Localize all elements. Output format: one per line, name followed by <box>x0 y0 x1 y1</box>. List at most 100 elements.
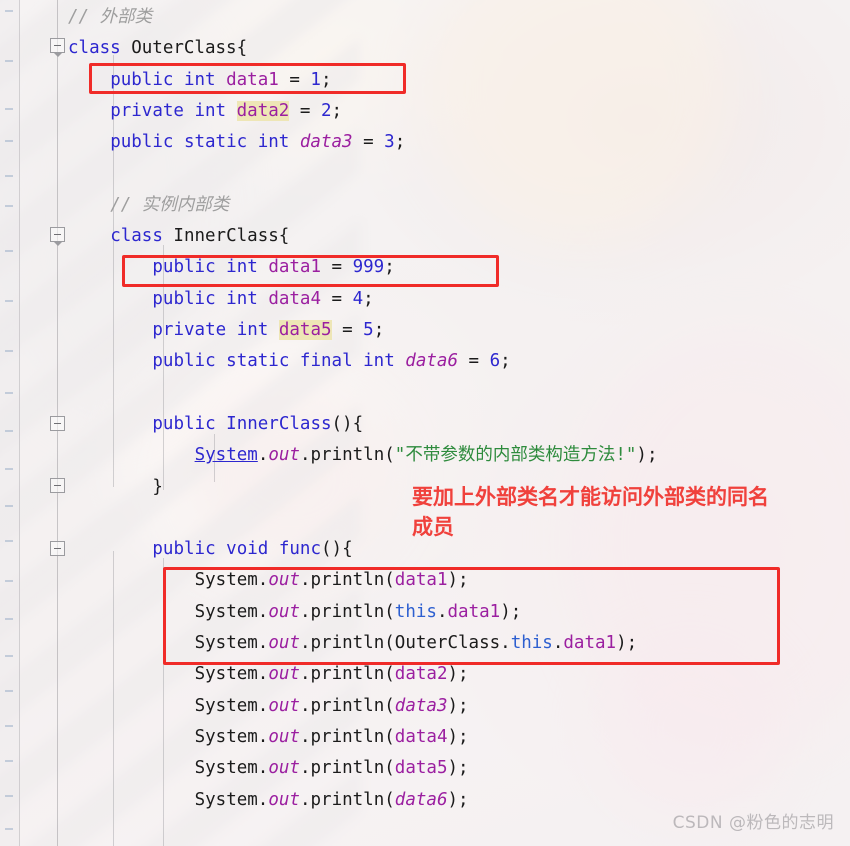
annotation-note: 要加上外部类名才能访问外部类的同名 成员 <box>412 485 769 539</box>
code-token: data6 <box>394 789 448 810</box>
code-token: ); <box>447 789 469 810</box>
code-token: data4 <box>268 288 321 309</box>
code-token: 5 <box>363 320 374 340</box>
code-token: .println( <box>299 758 395 779</box>
code-line-text: class InnerClass{ <box>110 221 289 252</box>
code-token: private <box>152 320 237 340</box>
code-line[interactable]: class OuterClass{ <box>0 33 850 64</box>
code-line[interactable]: private int data2 = 2; <box>0 96 850 127</box>
outer-data1-box <box>89 63 406 94</box>
code-line[interactable]: class InnerClass{ <box>0 221 850 252</box>
code-token: ; <box>363 288 374 309</box>
code-line[interactable]: private int data5 = 5; <box>0 315 850 346</box>
code-token: public <box>152 539 227 560</box>
code-token: 4 <box>352 288 364 309</box>
code-token: ); <box>447 664 469 685</box>
code-token: ; <box>373 320 385 340</box>
code-token: = <box>321 288 353 309</box>
code-token: int <box>257 132 300 153</box>
code-token: // 实例内部类 <box>110 194 230 215</box>
code-token: 2 <box>320 100 332 121</box>
code-token: .println( <box>299 695 395 716</box>
code-token: ; <box>394 132 406 153</box>
code-line[interactable]: System.out.println("不带参数的内部类构造方法!"); <box>0 440 850 471</box>
code-token: out <box>268 664 300 685</box>
code-token: InnerClass{ <box>173 226 290 247</box>
code-token: data3 <box>394 695 448 716</box>
code-line-text: System.out.println("不带参数的内部类构造方法!"); <box>195 440 658 471</box>
code-token: public <box>152 351 227 372</box>
code-line[interactable]: System.out.println(data3); <box>0 691 850 722</box>
code-token: 3 <box>384 132 395 153</box>
code-token: ; <box>331 100 343 121</box>
code-token: System. <box>194 789 269 810</box>
code-token: ); <box>447 726 469 747</box>
code-token: out <box>268 695 300 716</box>
code-line[interactable] <box>0 378 850 409</box>
code-token: .println( <box>299 789 395 810</box>
code-token: data2 <box>236 100 290 121</box>
code-line-text: public static final int data6 = 6; <box>152 346 510 377</box>
code-line-text: class OuterClass{ <box>68 33 247 64</box>
code-token: .println( <box>299 445 395 466</box>
code-token: System. <box>194 664 269 685</box>
code-line-text: // 外部类 <box>68 2 152 33</box>
code-token: data3 <box>299 132 353 153</box>
code-token: .println( <box>299 726 395 747</box>
code-line[interactable]: // 实例内部类 <box>0 190 850 221</box>
code-token: func <box>278 539 321 560</box>
code-token: int <box>226 288 269 309</box>
code-token: data5 <box>394 758 448 779</box>
code-token: (){ <box>331 413 364 434</box>
code-token: // 外部类 <box>68 7 153 27</box>
code-line[interactable]: public static final int data6 = 6; <box>0 346 850 377</box>
code-line-text: public int data4 = 4; <box>152 284 373 315</box>
code-token: ); <box>636 445 658 466</box>
code-line-text: // 实例内部类 <box>110 190 229 221</box>
code-content[interactable]: // 外部类 class OuterClass{public int data1 … <box>0 0 850 846</box>
code-token: } <box>152 476 163 497</box>
code-token: OuterClass{ <box>131 38 248 59</box>
code-token: public <box>152 413 227 434</box>
code-token: out <box>268 445 300 466</box>
code-line[interactable]: System.out.println(data5); <box>0 753 850 784</box>
code-line[interactable]: public static int data3 = 3; <box>0 127 850 158</box>
code-token: .println( <box>299 664 395 685</box>
code-token: int <box>363 351 406 372</box>
code-token: data2 <box>394 664 448 685</box>
code-token: 6 <box>489 351 501 372</box>
code-line-text: private int data5 = 5; <box>152 315 384 346</box>
code-token: System <box>194 445 258 466</box>
code-token: . <box>257 445 269 466</box>
code-token: static <box>226 351 300 372</box>
code-line[interactable] <box>0 159 850 190</box>
code-token: int <box>236 320 279 340</box>
code-token: = <box>352 132 385 153</box>
code-token: public <box>152 288 227 309</box>
code-line[interactable]: public InnerClass(){ <box>0 409 850 440</box>
code-token: out <box>268 789 300 810</box>
code-line-text: } <box>152 472 163 503</box>
code-token: "不带参数的内部类构造方法!" <box>394 445 637 466</box>
code-line-text: System.out.println(data3); <box>195 691 469 722</box>
code-line[interactable]: // 外部类 <box>0 2 850 33</box>
code-line-text: public InnerClass(){ <box>152 409 363 440</box>
code-line-text: System.out.println(data6); <box>195 785 469 816</box>
code-line-text: System.out.println(data5); <box>195 753 469 784</box>
code-token: out <box>268 758 300 779</box>
code-line[interactable]: System.out.println(data4); <box>0 722 850 753</box>
code-token: class <box>110 226 174 247</box>
code-token: System. <box>194 726 269 747</box>
code-editor[interactable]: // 外部类 class OuterClass{public int data1 … <box>0 0 850 846</box>
code-line[interactable]: public int data4 = 4; <box>0 284 850 315</box>
code-token: final <box>299 351 364 372</box>
code-token: System. <box>194 695 269 716</box>
code-token: (){ <box>321 539 353 560</box>
code-token: static <box>183 132 258 153</box>
code-token: InnerClass <box>226 413 332 434</box>
watermark: CSDN @粉色的志明 <box>672 813 834 833</box>
code-line-text: public static int data3 = 3; <box>110 127 405 158</box>
code-token: ; <box>500 351 511 372</box>
code-token: class <box>68 38 132 59</box>
code-token: int <box>194 100 237 121</box>
